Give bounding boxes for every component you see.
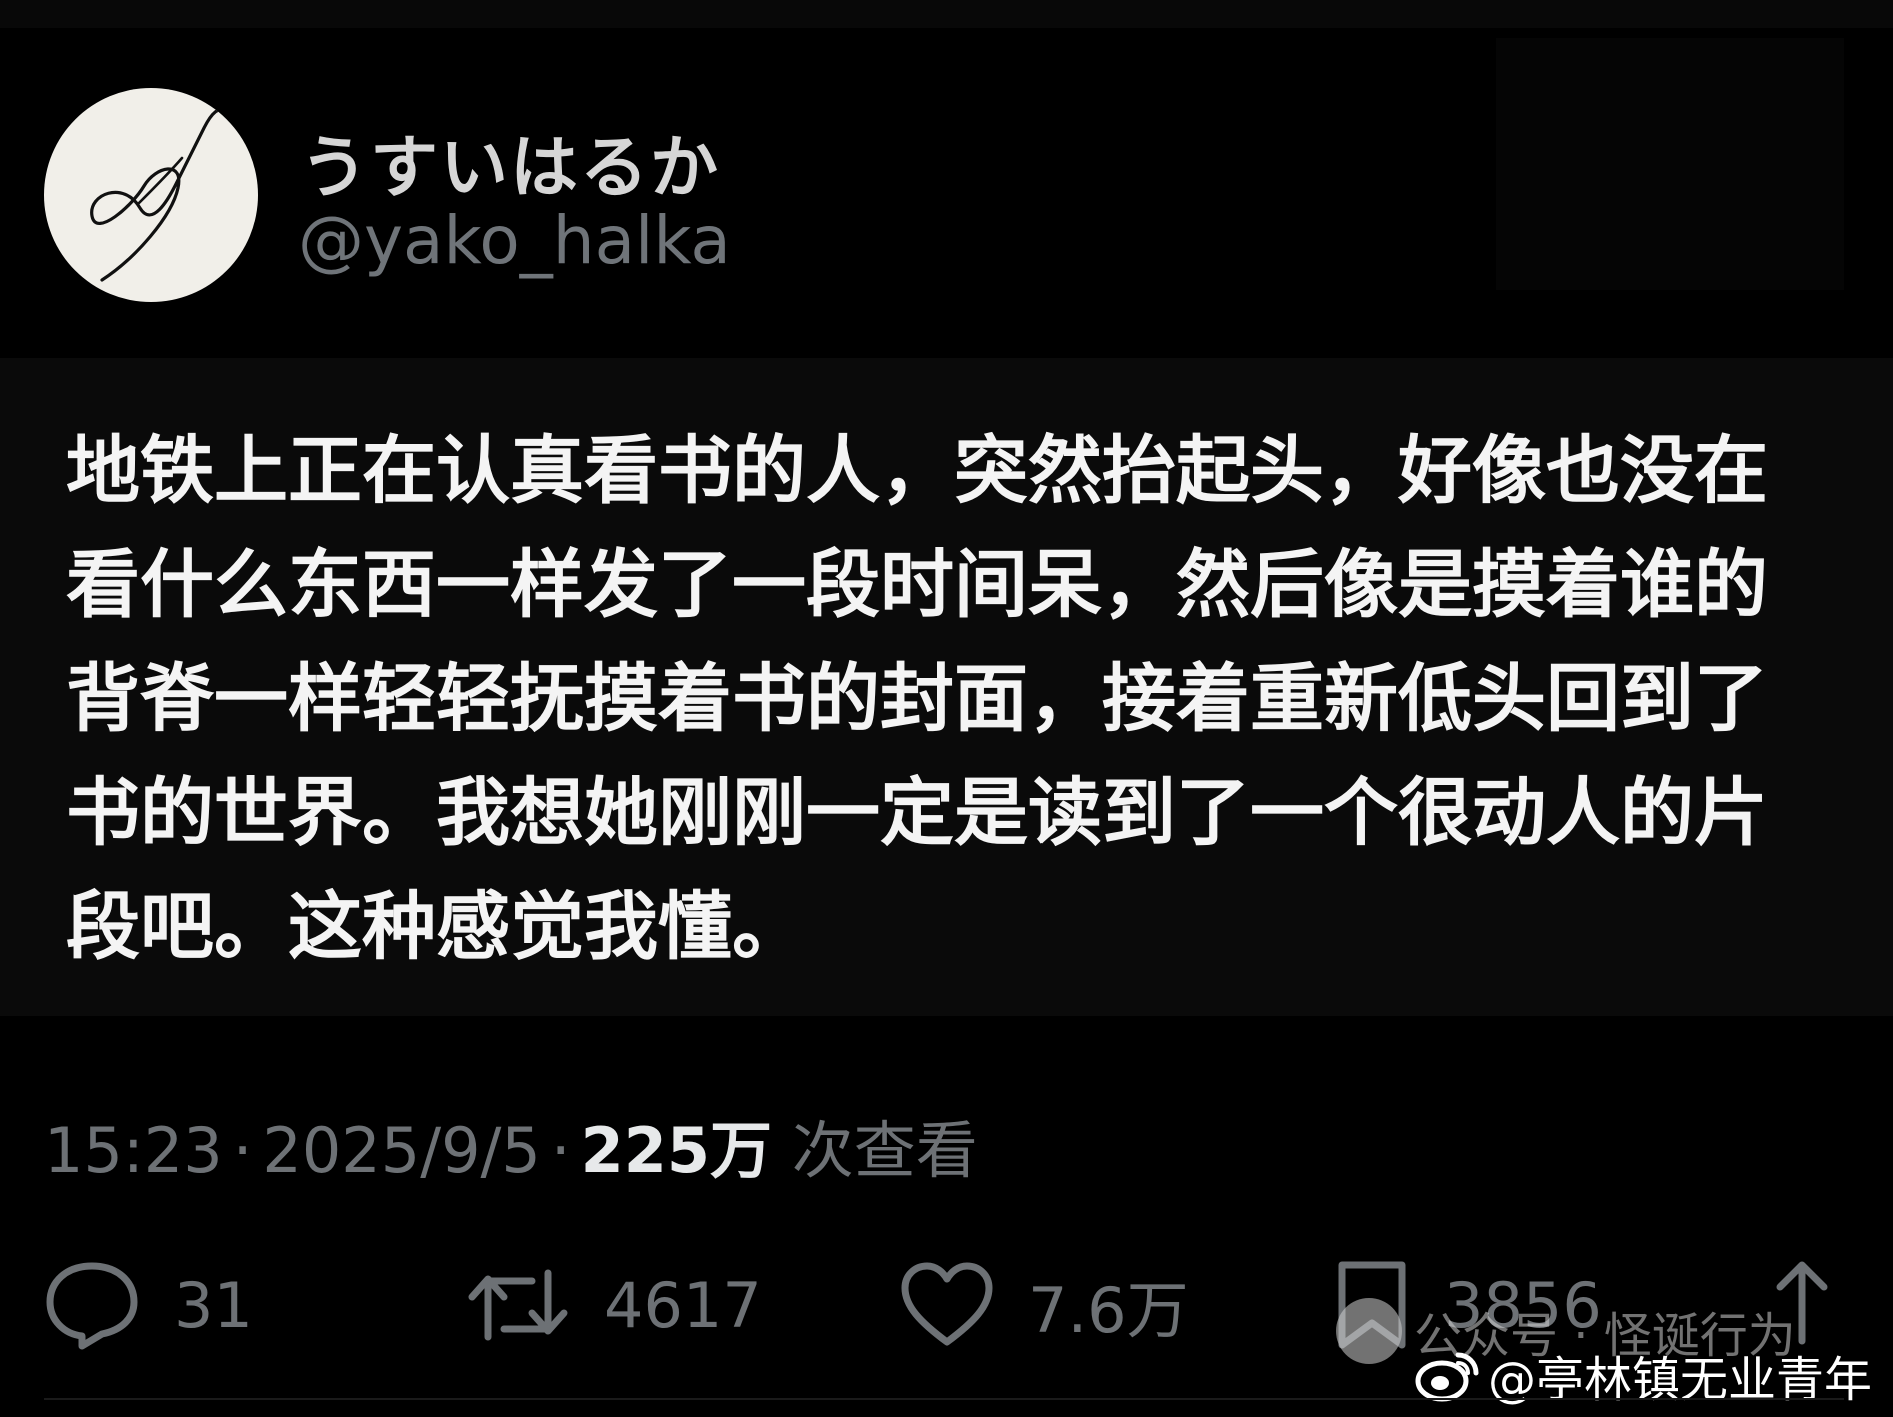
views-label: 次查看 — [791, 1114, 978, 1187]
post-text: 地铁上正在认真看书的人，突然抬起头，好像也没在 看什么东西一样发了一段时间呆，然… — [66, 414, 1836, 984]
post-meta: 15:23 · 2025/9/5 · 225万 次查看 — [44, 1100, 978, 1190]
divider — [44, 1398, 1844, 1400]
reply-button[interactable]: 31 — [44, 1250, 253, 1360]
user-handle[interactable]: @yako_halka — [298, 202, 731, 279]
display-name[interactable]: うすいはるか — [300, 112, 720, 211]
repost-icon — [468, 1269, 568, 1341]
top-strip — [0, 0, 1893, 28]
views-count: 225万 — [580, 1114, 773, 1187]
post-text-line: 看什么东西一样发了一段时间呆，然后像是摸着谁的 — [66, 542, 1768, 628]
post-time[interactable]: 15:23 — [44, 1114, 223, 1187]
wechat-logo-icon — [1336, 1298, 1402, 1364]
reply-icon — [46, 1262, 138, 1350]
post-text-line: 书的世界。我想她刚刚一定是读到了一个很动人的片 — [66, 770, 1768, 856]
post-date[interactable]: 2025/9/5 — [262, 1114, 540, 1187]
post-text-line: 地铁上正在认真看书的人，突然抬起头，好像也没在 — [66, 428, 1768, 514]
reply-count: 31 — [174, 1268, 253, 1342]
avatar[interactable] — [44, 88, 258, 302]
meta-separator: · — [232, 1114, 253, 1187]
post-text-line: 背脊一样轻轻抚摸着书的封面，接着重新低头回到了 — [66, 656, 1768, 742]
post-text-line: 段吧。这种感觉我懂。 — [66, 884, 806, 970]
weibo-logo-icon — [1415, 1352, 1479, 1402]
repost-button[interactable]: 4617 — [466, 1250, 762, 1360]
repost-count: 4617 — [604, 1268, 762, 1342]
like-count: 7.6万 — [1028, 1274, 1189, 1347]
like-button[interactable]: 7.6万 — [900, 1250, 1189, 1360]
heart-icon — [901, 1262, 993, 1346]
follow-area — [1496, 38, 1844, 290]
meta-separator: · — [550, 1114, 571, 1187]
signature-scribble-avatar-icon — [90, 108, 226, 282]
